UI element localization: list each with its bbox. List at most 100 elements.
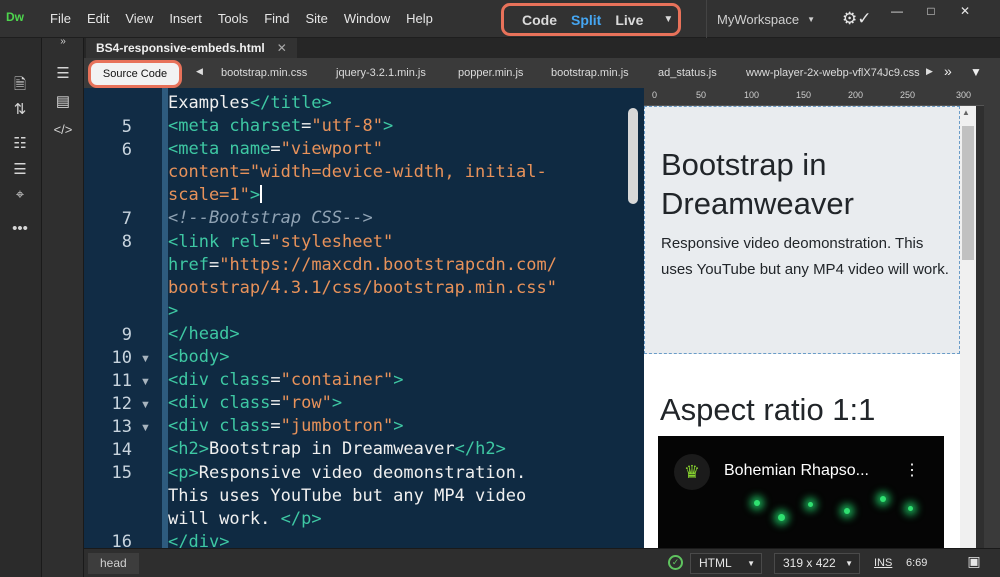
code-line[interactable]: will work. </p> <box>168 508 628 531</box>
maximize-button[interactable]: □ <box>914 0 948 22</box>
scroll-up-icon[interactable]: ▲ <box>962 108 970 117</box>
code-icon[interactable]: </> <box>48 122 78 137</box>
related-file-item[interactable]: popper.min.js <box>458 67 523 79</box>
menu-insert[interactable]: Insert <box>161 0 210 38</box>
document-tab[interactable]: BS4-responsive-embeds.html ✕ <box>86 38 297 58</box>
stage-light <box>880 496 886 502</box>
related-file-item[interactable]: ad_status.js <box>658 67 717 79</box>
main-menu: File Edit View Insert Tools Find Site Wi… <box>42 0 441 38</box>
window-size-select[interactable]: 319 x 422 ▼ <box>774 553 860 574</box>
page-icon[interactable]: ▤ <box>48 92 78 110</box>
menu-tools[interactable]: Tools <box>210 0 256 38</box>
video-embed[interactable]: ♛ Bohemian Rhapso... ⋮ <box>658 436 944 548</box>
left-toolbar-secondary: » ☰ ▤ </> <box>42 36 84 577</box>
menu-view[interactable]: View <box>117 0 161 38</box>
live-code-icon[interactable]: ☷ <box>5 134 35 152</box>
code-line[interactable]: <h2>Bootstrap in Dreamweaver</h2> <box>168 438 628 461</box>
related-file-item[interactable]: bootstrap.min.js <box>551 67 629 79</box>
real-time-preview-icon[interactable]: ▣ <box>964 553 984 573</box>
menu-bar: Dw File Edit View Insert Tools Find Site… <box>0 0 1000 38</box>
workspace-label: MyWorkspace <box>717 11 800 27</box>
menu-file[interactable]: File <box>42 0 79 38</box>
tag-selector[interactable]: head <box>88 553 139 574</box>
more-files-icon[interactable]: » <box>944 63 952 79</box>
app-logo: Dw <box>6 10 24 24</box>
line-number: 10 <box>111 348 132 368</box>
jumbotron-title: Bootstrap in Dreamweaver <box>661 147 854 221</box>
scroll-left-icon[interactable]: ◀ <box>196 66 203 77</box>
menu-help[interactable]: Help <box>398 0 441 38</box>
close-button[interactable]: ✕ <box>948 0 982 22</box>
inspect-icon[interactable]: ⌖ <box>5 186 35 203</box>
code-line[interactable]: This uses YouTube but any MP4 video <box>168 485 628 508</box>
line-number: 13 <box>111 417 132 437</box>
code-line[interactable]: content="width=device-width, initial- <box>168 161 628 184</box>
preview-document[interactable]: Bootstrap in Dreamweaver Responsive vide… <box>644 106 960 548</box>
window-size-label: 319 x 422 <box>783 556 836 570</box>
workspace-selector[interactable]: MyWorkspace ▼ <box>706 0 822 38</box>
more-icon[interactable]: ••• <box>5 220 35 237</box>
scroll-right-icon[interactable]: ▶ <box>926 66 933 77</box>
code-line[interactable]: <!--Bootstrap CSS--> <box>168 207 628 230</box>
fold-icon[interactable]: ▼ <box>140 376 151 388</box>
code-line[interactable]: > <box>168 300 628 323</box>
filter-icon[interactable]: ▼ <box>970 65 982 79</box>
format-source-icon[interactable]: ☰ <box>5 160 35 178</box>
file-management-icon[interactable]: ⇅ <box>5 100 35 118</box>
minimize-button[interactable]: — <box>880 0 914 22</box>
code-line[interactable]: </head> <box>168 323 628 346</box>
text-cursor <box>260 185 263 204</box>
open-documents-icon[interactable]: 🗎 <box>5 74 35 99</box>
fold-icon[interactable]: ▼ <box>140 422 151 434</box>
insert-mode-indicator[interactable]: INS <box>874 557 892 569</box>
code-editor[interactable]: 5 6 7 8 9 10 ▼ 11 ▼ 12 ▼ 13 ▼ 14 15 16 E… <box>84 88 644 548</box>
code-line[interactable]: </div> <box>168 531 628 548</box>
video-menu-icon[interactable]: ⋮ <box>904 460 920 480</box>
expand-panel-icon[interactable]: » <box>48 36 78 47</box>
code-line[interactable]: <div class="container"> <box>168 369 628 392</box>
ruler-label: 150 <box>796 90 812 100</box>
split-view-button[interactable]: Split <box>571 12 601 28</box>
code-line[interactable]: href="https://maxcdn.bootstrapcdn.com/ <box>168 254 628 277</box>
menu-edit[interactable]: Edit <box>79 0 117 38</box>
video-title[interactable]: Bohemian Rhapso... <box>724 462 869 480</box>
menu-site[interactable]: Site <box>297 0 335 38</box>
code-line[interactable]: <body> <box>168 346 628 369</box>
code-line[interactable]: <p>Responsive video deomonstration. <box>168 462 628 485</box>
fold-icon[interactable]: ▼ <box>140 353 151 365</box>
menu-find[interactable]: Find <box>256 0 297 38</box>
code-line[interactable]: <div class="row"> <box>168 392 628 415</box>
code-line[interactable]: Examples</title> <box>168 92 628 115</box>
line-number: 14 <box>111 440 132 460</box>
code-line[interactable]: bootstrap/4.3.1/css/bootstrap.min.css" <box>168 277 628 300</box>
code-line[interactable]: <link rel="stylesheet" <box>168 231 628 254</box>
horizontal-ruler: 0 50 100 150 200 250 300 <box>644 88 984 106</box>
window-controls: — □ ✕ <box>880 0 982 22</box>
related-file-item[interactable]: www-player-2x-webp-vflX74Jc9.css <box>746 67 920 79</box>
code-line[interactable]: <meta name="viewport" <box>168 138 628 161</box>
source-code-button[interactable]: Source Code <box>88 60 182 88</box>
code-content[interactable]: Examples</title> <meta charset="utf-8"> <m… <box>168 92 628 548</box>
linting-ok-icon[interactable]: ✓ <box>668 555 683 570</box>
document-type-select[interactable]: HTML ▼ <box>690 553 762 574</box>
stage-light <box>908 506 913 511</box>
line-number: 16 <box>111 532 132 548</box>
channel-logo-icon[interactable]: ♛ <box>674 454 710 490</box>
code-view-button[interactable]: Code <box>522 12 557 28</box>
jumbotron[interactable]: Bootstrap in Dreamweaver Responsive vide… <box>644 106 960 354</box>
sync-settings-icon[interactable]: ⚙✓ <box>842 9 871 29</box>
view-dropdown-icon[interactable]: ▼ <box>663 14 673 25</box>
dom-tree-icon[interactable]: ☰ <box>48 64 78 82</box>
fold-icon[interactable]: ▼ <box>140 399 151 411</box>
related-file-item[interactable]: jquery-3.2.1.min.js <box>336 67 426 79</box>
code-line[interactable]: <meta charset="utf-8"> <box>168 115 628 138</box>
close-tab-icon[interactable]: ✕ <box>277 41 287 55</box>
code-scrollbar[interactable] <box>628 108 638 204</box>
related-file-item[interactable]: bootstrap.min.css <box>221 67 307 79</box>
code-line[interactable]: <div class="jumbotron"> <box>168 415 628 438</box>
menu-window[interactable]: Window <box>336 0 398 38</box>
code-line[interactable]: scale=1"> <box>168 184 628 207</box>
live-view-button[interactable]: Live <box>615 12 643 28</box>
preview-scrollbar-thumb[interactable] <box>962 126 974 260</box>
ruler-label: 100 <box>744 90 760 100</box>
